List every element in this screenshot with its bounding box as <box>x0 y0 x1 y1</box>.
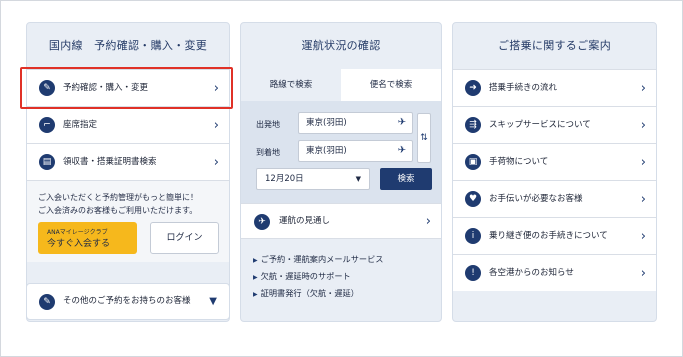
certificate-text: 証明書発行（欠航・遅延） <box>260 288 359 298</box>
receipt-search-row[interactable]: ▤ 領収書・搭乗証明書検索 › <box>27 143 229 180</box>
skip-service-row[interactable]: ⇶ スキップサービスについて › <box>453 106 656 143</box>
chevron-right-icon: › <box>640 192 646 207</box>
connecting-flight-row[interactable]: i 乗り継ぎ便のお手続きについて › <box>453 217 656 254</box>
delay-support-text: 欠航・遅延時のサポート <box>260 271 351 281</box>
login-button[interactable]: ログイン <box>150 222 219 254</box>
connecting-flight-label: 乗り継ぎ便のお手続きについて <box>489 231 608 241</box>
takeoff-icon: ✈ <box>397 117 406 128</box>
join-now-button[interactable]: ANAマイレージクラブ 今すぐ入会する <box>38 222 137 254</box>
other-reservations-row[interactable]: ✎ その他のご予約をお持ちのお客様 ▼ <box>26 283 230 320</box>
domestic-booking-panel: 国内線 予約確認・購入・変更 ✎ 予約確認・購入・変更 › ⌐ 座席指定 › ▤… <box>26 22 230 322</box>
chevron-right-icon: › <box>640 229 646 244</box>
certificate-link[interactable]: ▶ 証明書発行（欠航・遅延） <box>253 285 383 302</box>
info-icon: i <box>465 228 481 244</box>
arrow-right-icon: ➜ <box>465 80 481 96</box>
edit-icon: ✎ <box>39 80 55 96</box>
triangle-bullet-icon: ▶ <box>253 291 258 298</box>
seat-selection-label: 座席指定 <box>63 120 98 130</box>
boarding-info-panel: ご搭乗に関するご案内 ➜ 搭乗手続きの流れ › ⇶ スキップサービスについて ›… <box>452 22 657 322</box>
search-button[interactable]: 検索 <box>380 168 432 190</box>
checkin-flow-row[interactable]: ➜ 搭乗手続きの流れ › <box>453 69 656 106</box>
assistance-label: お手伝いが必要なお客様 <box>489 194 583 204</box>
delay-support-link[interactable]: ▶ 欠航・遅延時のサポート <box>253 268 383 285</box>
checkin-flow-label: 搭乗手続きの流れ <box>489 83 558 93</box>
join-now-label: 今すぐ入会する <box>47 239 111 249</box>
baggage-label: 手荷物について <box>489 157 549 167</box>
seat-selection-row[interactable]: ⌐ 座席指定 › <box>27 106 229 143</box>
receipt-search-label: 領収書・搭乗証明書検索 <box>63 157 157 167</box>
arrival-value: 東京(羽田) <box>306 146 347 156</box>
departure-value: 東京(羽田) <box>306 118 347 128</box>
date-value: 12月20日 <box>265 174 304 184</box>
flight-status-panel: 運航状況の確認 路線で検索 便名で検索 出発地 東京(羽田) ✈ 到着地 東京(… <box>240 22 442 322</box>
departure-label: 出発地 <box>256 120 280 129</box>
mail-service-link[interactable]: ▶ ご予約・運航案内メールサービス <box>253 251 383 268</box>
departure-field[interactable]: 東京(羽田) ✈ <box>298 112 413 134</box>
chevron-right-icon: › <box>640 155 646 170</box>
boarding-heading: ご搭乗に関するご案内 <box>498 39 611 52</box>
booking-confirm-row[interactable]: ✎ 予約確認・購入・変更 › <box>27 69 229 106</box>
luggage-icon: ▣ <box>465 154 481 170</box>
other-reservations-label: その他のご予約をお持ちのお客様 <box>63 296 191 306</box>
chevron-right-icon: › <box>425 214 431 229</box>
heart-icon: ♥ <box>465 191 481 207</box>
chevron-right-icon: › <box>640 81 646 96</box>
arrival-label: 到着地 <box>256 148 280 157</box>
assistance-row[interactable]: ♥ お手伝いが必要なお客様 › <box>453 180 656 217</box>
date-select[interactable]: 12月20日 ▼ <box>256 168 370 190</box>
join-club-label: ANAマイレージクラブ <box>47 229 108 236</box>
status-heading: 運航状況の確認 <box>301 39 381 52</box>
chevron-right-icon: › <box>213 81 219 96</box>
seat-icon: ⌐ <box>39 117 55 133</box>
receipt-icon: ▤ <box>39 154 55 170</box>
operation-forecast-label: 運航の見通し <box>279 216 331 226</box>
swap-airports-button[interactable]: ⇅ <box>417 113 431 163</box>
tab-flight-number-search[interactable]: 便名で検索 <box>341 69 441 101</box>
skip-service-label: スキップサービスについて <box>489 120 591 130</box>
domestic-heading: 国内線 予約確認・購入・変更 <box>48 39 208 52</box>
baggage-row[interactable]: ▣ 手荷物について › <box>453 143 656 180</box>
chevron-down-icon: ▼ <box>209 296 217 307</box>
edit-icon: ✎ <box>39 294 55 310</box>
exclamation-icon: ! <box>465 265 481 281</box>
triangle-bullet-icon: ▶ <box>253 274 258 281</box>
airport-notices-label: 各空港からのお知らせ <box>489 268 574 278</box>
landing-icon: ✈ <box>397 145 406 156</box>
chevron-right-icon: › <box>213 155 219 170</box>
promo-line-2: ご入会済みのお客様もご利用いただけます。 <box>38 206 198 215</box>
operation-forecast-row[interactable]: ✈ 運航の見通し › <box>241 203 441 239</box>
status-links: ▶ ご予約・運航案内メールサービス ▶ 欠航・遅延時のサポート ▶ 証明書発行（欠航・… <box>253 251 383 302</box>
promo-text: ご入会いただくと予約管理がもっと簡単に！ ご入会済みのお客様もご利用いただけます… <box>38 191 198 217</box>
airplane-icon: ✈ <box>254 214 270 230</box>
dropdown-arrow-icon: ▼ <box>355 175 361 183</box>
promo-line-1: ご入会いただくと予約管理がもっと簡単に！ <box>38 193 198 202</box>
membership-promo: ご入会いただくと予約管理がもっと簡単に！ ご入会済みのお客様もご利用いただけます… <box>27 180 229 262</box>
chevron-right-icon: › <box>213 118 219 133</box>
chevron-right-icon: › <box>640 118 646 133</box>
booking-confirm-label: 予約確認・購入・変更 <box>63 83 149 93</box>
search-tabs: 路線で検索 便名で検索 <box>241 69 441 101</box>
mail-service-text: ご予約・運航案内メールサービス <box>260 254 384 264</box>
airport-notices-row[interactable]: ! 各空港からのお知らせ › <box>453 254 656 291</box>
chevron-right-icon: › <box>640 266 646 281</box>
arrival-field[interactable]: 東京(羽田) ✈ <box>298 140 413 162</box>
tab-route-search[interactable]: 路線で検索 <box>241 69 341 101</box>
skip-icon: ⇶ <box>465 117 481 133</box>
triangle-bullet-icon: ▶ <box>253 257 258 264</box>
